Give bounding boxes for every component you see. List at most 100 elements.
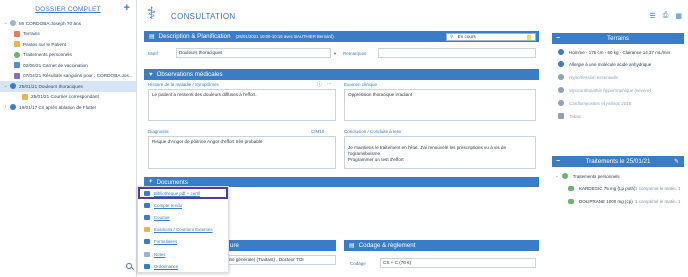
page-header: ⚕ CONSULTATION ☰ ⎙ ▦: [137, 0, 688, 30]
documents-menu: Bibliothèque pdf + certif Compte-rendu C…: [137, 186, 229, 274]
tree-item-traitements[interactable]: Traitements personnels: [0, 50, 136, 61]
lab-result-icon: [14, 72, 20, 79]
treatment-row[interactable]: KARDEGIC 75 mg (Lp poth) 1 comprimé le m…: [568, 186, 681, 191]
folder-icon: [144, 227, 150, 233]
stethoscope-icon: [10, 83, 16, 90]
edit-icon[interactable]: ✎: [674, 158, 679, 165]
allergy-icon: [558, 61, 564, 67]
heart-icon: [558, 87, 564, 93]
histoire-label: Histoire de la maladie / Symptômes: [148, 82, 219, 87]
tree-item-terrains[interactable]: Terrains: [0, 29, 136, 40]
conclusion-field[interactable]: Je maintiens le traitement en l'état. J'…: [344, 136, 536, 169]
print-icon[interactable]: ⎙: [663, 12, 669, 20]
terrain-row[interactable]: Homme - 175 cm - 60 kg - Clairance 14,37…: [558, 49, 670, 55]
treatment-row[interactable]: DOLIPRANE 1000 mg (cp) 1 comprimé le mat…: [568, 199, 681, 204]
help-icon[interactable]: ⓘ: [317, 81, 322, 88]
terrain-row[interactable]: Allergie à une molécule acide anhydrique: [558, 61, 651, 67]
terrains-panel: − Terrains Homme - 175 cm - 60 kg - Clai…: [552, 33, 684, 128]
status-select[interactable]: ⚲ En cours: [446, 33, 536, 41]
terrain-row[interactable]: Hypertension essentielle: [558, 74, 618, 80]
codage-panel: ▤ Codage & règlement Codage CS + C (76 €…: [344, 240, 539, 277]
examen-label: Examen clinique: [344, 82, 378, 87]
search-icon[interactable]: [126, 263, 132, 269]
collapse-icon[interactable]: ⌄: [3, 83, 8, 89]
patient-tree: ⌄ Mr CORDOBA Joseph 70 ans Terrains Past…: [0, 18, 136, 113]
remarques-label: Remarques: [343, 51, 367, 56]
menu-item-ordonnance[interactable]: Ordonnance: [138, 260, 228, 272]
warning-icon: [558, 113, 564, 119]
heart-icon: ♥: [149, 71, 153, 78]
dossier-complet-link[interactable]: DOSSIER COMPLET: [35, 6, 100, 13]
remarques-field[interactable]: [378, 48, 536, 58]
sidebar-header: DOSSIER COMPLET +: [0, 0, 136, 18]
folder-icon: [14, 41, 20, 48]
traitements-group[interactable]: ⌄ Traitements personnels: [555, 173, 620, 179]
tree-item-resultats[interactable]: 07/04/21 Résultats sanguins pour : CORDO…: [0, 71, 136, 82]
motif-label: Motif: [148, 51, 158, 56]
collapse-icon[interactable]: −: [556, 35, 560, 42]
document-icon: ▤: [149, 34, 155, 40]
tree-item-patient[interactable]: ⌄ Mr CORDOBA Joseph 70 ans: [0, 18, 136, 29]
motif-dropdown-icon[interactable]: ▼: [333, 51, 337, 56]
heart-icon: [558, 74, 564, 80]
histoire-field[interactable]: Le patient a ressenti des douleurs diffu…: [148, 89, 336, 121]
status-indicator: [527, 35, 531, 40]
envelope-icon: [22, 93, 28, 100]
terrains-header: − Terrains: [552, 33, 684, 44]
add-icon[interactable]: +: [124, 3, 130, 14]
plus-icon: +: [149, 179, 153, 185]
prescription-icon: [144, 263, 150, 269]
collapse-icon[interactable]: ⌄: [3, 20, 8, 26]
menu-item-formulaires[interactable]: Formulaires: [138, 236, 228, 248]
lungs-icon: [14, 30, 20, 37]
menu-item-compte-rendu[interactable]: Compte-rendu: [138, 199, 228, 211]
motif-field[interactable]: Douleurs thoraciques: [176, 48, 331, 58]
form-icon: [144, 239, 150, 245]
description-header: ▤ Description & Planification (25/01/202…: [144, 31, 539, 42]
pill-icon: [568, 199, 574, 204]
list-icon[interactable]: ☰: [649, 12, 655, 20]
diagnostic-field[interactable]: Risque d'Angor de poitrine Angor d'effor…: [148, 136, 336, 169]
menu-item-notes[interactable]: Notes: [138, 248, 228, 260]
menu-item-bibliotheque[interactable]: Bibliothèque pdf + certif: [138, 187, 228, 200]
envelope-icon: [144, 214, 150, 220]
terrain-row[interactable]: Myocardiopathie hypertrophique (sévère): [558, 87, 651, 93]
tree-item-pastes[interactable]: Pastes sur le Patient: [0, 39, 136, 50]
pill-icon: [14, 51, 20, 58]
calendar-icon[interactable]: ▦: [675, 12, 682, 20]
observations-header: ♥ Observations médicales: [144, 69, 539, 80]
pill-icon: [568, 186, 574, 191]
cim10-link[interactable]: CIM10: [311, 129, 324, 134]
note-icon: [144, 251, 150, 257]
codage-label: Codage: [350, 261, 366, 266]
menu-item-examens[interactable]: Examens / Courriers Externes: [138, 224, 228, 236]
expand-icon[interactable]: ›: [3, 104, 8, 110]
tree-item-consultation-selected[interactable]: ⌄ 25/01/21 Douleurs thoraciques: [0, 81, 136, 92]
pill-icon: [561, 173, 568, 179]
document-icon: ▤: [349, 243, 355, 249]
menu-item-courrier[interactable]: Courrier: [138, 211, 228, 223]
terrain-row[interactable]: Cardiomyosites et Holsoc 2018: [558, 100, 631, 106]
collapse-icon[interactable]: −: [556, 158, 560, 165]
conclusion-label: Conclusion / Conduite à tenir: [344, 129, 402, 134]
traitements-header: − Traitements le 25/01/21 ✎: [552, 156, 684, 167]
tree-item-flutter[interactable]: › 19/01/17 Cs après ablation de Flutter: [0, 102, 136, 113]
more-icon[interactable]: ⋯: [327, 81, 332, 87]
observations-panel: ♥ Observations médicales Histoire de la …: [144, 69, 539, 173]
codage-field[interactable]: CS + C (76 €): [380, 258, 536, 268]
terrain-row[interactable]: Tabac: [558, 113, 581, 119]
status-pin-icon: ⚲: [450, 34, 454, 39]
tree-item-vaccination[interactable]: 02/06/21 Carnet de vaccination: [0, 60, 136, 71]
stethoscope-icon: ⚕: [147, 4, 157, 23]
traitements-panel: − Traitements le 25/01/21 ✎ ⌄ Traitement…: [552, 156, 684, 226]
stethoscope-icon: [10, 104, 16, 111]
patient-sidebar: DOSSIER COMPLET + ⌄ Mr CORDOBA Joseph 70…: [0, 0, 137, 277]
description-panel: ▤ Description & Planification (25/01/202…: [144, 31, 539, 65]
diagnostic-label: Diagnostic: [148, 129, 170, 134]
report-icon: [144, 202, 150, 208]
tree-item-courrier[interactable]: 25/01/21 Courrier correspondant: [0, 92, 136, 103]
person-icon: [558, 49, 564, 55]
collapse-icon[interactable]: ⌄: [555, 173, 559, 179]
book-icon: [144, 190, 150, 196]
examen-field[interactable]: Oppression thoracique irradiant: [344, 89, 536, 121]
